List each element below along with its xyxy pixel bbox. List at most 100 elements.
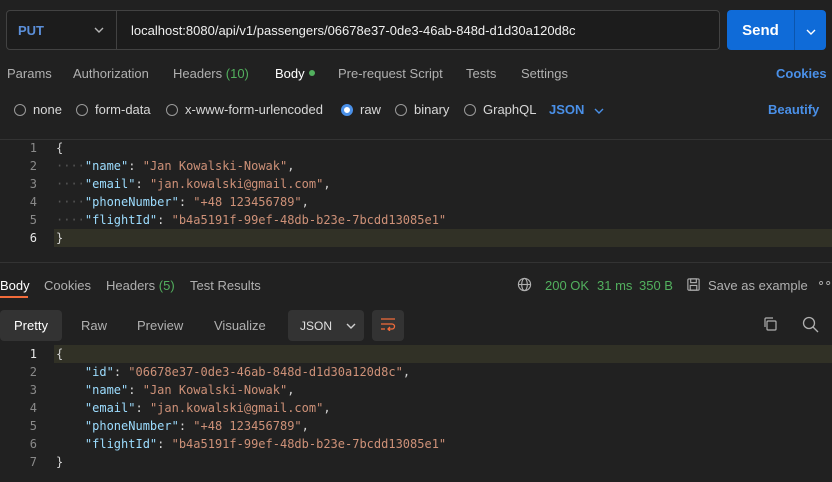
json-value: "b4a5191f-99ef-48db-b23e-7bcdd13085e1"	[171, 437, 447, 451]
json-value: "+48 123456789"	[193, 195, 302, 209]
json-key: "name"	[84, 383, 129, 397]
send-options-button[interactable]	[795, 23, 826, 38]
line-number: 1	[29, 141, 37, 155]
radio-urlencoded[interactable]: x-www-form-urlencoded	[166, 102, 323, 117]
response-size[interactable]: 350 B	[639, 278, 673, 293]
save-as-example-button[interactable]: Save as example	[708, 278, 808, 293]
cookies-link[interactable]: Cookies	[776, 66, 827, 81]
code-text: {	[56, 141, 64, 155]
code-line-current: 6}	[0, 229, 832, 247]
code-text: {	[56, 347, 64, 361]
code-text: }	[56, 455, 64, 469]
request-body-editor[interactable]: 1 { 2 ····"name": "Jan Kowalski-Nowak", 3 ·…	[0, 139, 832, 247]
line-number: 4	[29, 401, 37, 415]
json-value: "Jan Kowalski-Nowak"	[142, 383, 288, 397]
line-number: 5	[29, 213, 37, 227]
tab-settings[interactable]: Settings	[521, 66, 568, 81]
json-key: "flightId"	[84, 437, 158, 451]
radio-raw[interactable]: raw	[341, 102, 381, 117]
tab-body[interactable]: Body	[275, 66, 315, 81]
url-input[interactable]: localhost:8080/api/v1/passengers/06678e3…	[117, 23, 576, 38]
code-text: ····"flightId": "b4a5191f-99ef-48db-b23e…	[56, 213, 447, 227]
radio-none[interactable]: none	[14, 102, 62, 117]
radio-binary-label: binary	[414, 102, 450, 117]
send-button[interactable]: Send	[727, 22, 794, 39]
radio-graphql[interactable]: GraphQL	[464, 102, 536, 117]
tab-tests[interactable]: Tests	[466, 66, 496, 81]
tab-headers-label: Headers	[173, 66, 223, 81]
status-code[interactable]: 200 OK	[545, 278, 589, 293]
wrap-lines-button[interactable]	[372, 310, 404, 341]
raw-format-label: JSON	[549, 102, 585, 117]
request-bar: PUT localhost:8080/api/v1/passengers/066…	[6, 10, 720, 50]
code-text: ····"phoneNumber": "+48 123456789",	[56, 195, 309, 209]
code-text: }	[56, 231, 64, 245]
code-line: 2 "id": "06678e37-0de3-46ab-848d-d1d30a1…	[0, 363, 832, 381]
radio-selected-icon	[341, 103, 353, 116]
line-number: 6	[29, 437, 37, 451]
code-text: "email": "jan.kowalski@gmail.com",	[84, 401, 331, 415]
modified-dot-icon	[308, 69, 315, 76]
tab-authorization[interactable]: Authorization	[73, 66, 149, 81]
radio-form-data[interactable]: form-data	[76, 102, 151, 117]
code-text: "phoneNumber": "+48 123456789",	[84, 419, 309, 433]
globe-icon[interactable]	[517, 277, 532, 295]
copy-icon[interactable]	[762, 316, 778, 332]
radio-graphql-label: GraphQL	[483, 102, 537, 117]
code-text: "flightId": "b4a5191f-99ef-48db-b23e-7bc…	[84, 437, 447, 451]
code-line: 3 "name": "Jan Kowalski-Nowak",	[0, 381, 832, 399]
response-format-label: JSON	[300, 318, 333, 333]
radio-icon	[166, 103, 178, 116]
radio-form-data-label: form-data	[95, 102, 151, 117]
tab-pre-request-script[interactable]: Pre-request Script	[338, 66, 443, 81]
response-format-select[interactable]: JSON	[288, 310, 364, 341]
json-key: "email"	[84, 401, 136, 415]
search-icon[interactable]	[802, 316, 819, 333]
radio-none-label: none	[33, 102, 62, 117]
code-text: "id": "06678e37-0de3-46ab-848d-d1d30a120…	[84, 365, 411, 379]
tab-response-body[interactable]: Body	[0, 278, 30, 293]
line-number: 3	[29, 177, 37, 191]
line-number: 2	[29, 365, 37, 379]
more-options-icon[interactable]: ∘∘∘	[817, 275, 832, 291]
tab-response-headers[interactable]: Headers (5)	[106, 278, 175, 293]
json-value: "jan.kowalski@gmail.com"	[149, 401, 324, 415]
response-time[interactable]: 31 ms	[597, 278, 632, 293]
raw-format-select[interactable]: JSON	[549, 102, 604, 117]
view-raw[interactable]: Raw	[67, 310, 121, 341]
radio-icon	[76, 103, 88, 116]
json-key: "phoneNumber"	[84, 195, 179, 209]
response-headers-count: (5)	[158, 278, 175, 293]
method-select[interactable]: PUT	[7, 11, 117, 49]
view-visualize[interactable]: Visualize	[200, 310, 280, 341]
line-number: 4	[29, 195, 37, 209]
code-text: ····"name": "Jan Kowalski-Nowak",	[56, 159, 295, 173]
beautify-button[interactable]: Beautify	[768, 102, 819, 117]
view-preview[interactable]: Preview	[123, 310, 197, 341]
tab-response-cookies[interactable]: Cookies	[44, 278, 91, 293]
line-number: 7	[29, 455, 37, 469]
chevron-down-icon	[594, 102, 604, 117]
radio-urlencoded-label: x-www-form-urlencoded	[185, 102, 323, 117]
tab-response-headers-label: Headers	[106, 278, 156, 293]
json-key: "phoneNumber"	[84, 419, 179, 433]
tab-test-results[interactable]: Test Results	[190, 278, 261, 293]
code-line-current: 1{	[0, 345, 832, 363]
json-key: "email"	[84, 177, 136, 191]
divider	[0, 262, 832, 263]
code-line: 4 ····"phoneNumber": "+48 123456789",	[0, 193, 832, 211]
tab-headers[interactable]: Headers (10)	[173, 66, 249, 81]
response-tabs: Body Cookies Headers (5) Test Results 20…	[0, 274, 832, 298]
response-body-viewer[interactable]: 1{ 2 "id": "06678e37-0de3-46ab-848d-d1d3…	[0, 345, 832, 471]
response-view-toolbar: Pretty Raw Preview Visualize JSON	[0, 310, 832, 342]
tab-params[interactable]: Params	[7, 66, 52, 81]
line-number: 1	[29, 347, 37, 361]
json-value: "+48 123456789"	[193, 419, 302, 433]
save-icon[interactable]	[686, 277, 701, 295]
radio-binary[interactable]: binary	[395, 102, 449, 117]
code-line: 2 ····"name": "Jan Kowalski-Nowak",	[0, 157, 832, 175]
view-pretty[interactable]: Pretty	[0, 310, 62, 341]
line-number: 3	[29, 383, 37, 397]
radio-icon	[464, 103, 476, 116]
json-value: "jan.kowalski@gmail.com"	[149, 177, 324, 191]
